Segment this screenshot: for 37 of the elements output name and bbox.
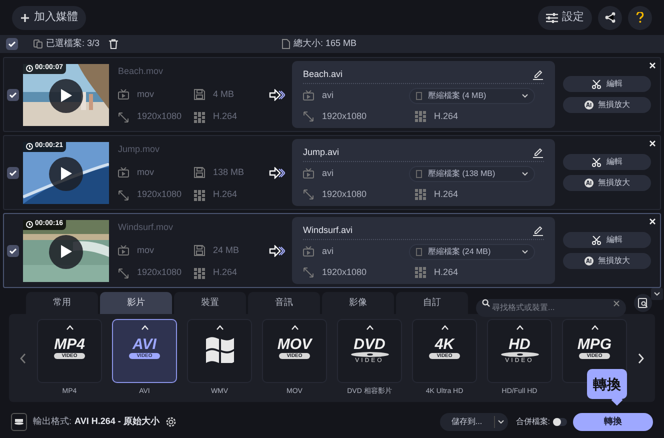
format-logo: MPG	[577, 336, 612, 352]
format-logo: DVD	[354, 336, 386, 352]
format-logo: 4K	[434, 336, 454, 352]
output-format: avi	[322, 244, 334, 258]
output-format-label: 輸出格式:	[33, 414, 72, 428]
source-format: mov	[137, 166, 154, 179]
source-size: 138 MB	[213, 166, 244, 179]
output-resolution: 1920x1080	[322, 266, 367, 278]
source-resolution: 1920x1080	[137, 188, 182, 202]
format-logo: AVI	[132, 336, 156, 352]
format-logo: MOV	[277, 336, 312, 352]
source-codec: H.264	[213, 188, 238, 202]
output-resolution: 1920x1080	[322, 188, 367, 200]
total-size: 總大小: 165 MB	[294, 37, 357, 50]
source-codec: H.264	[213, 266, 238, 280]
output-format: avi	[322, 166, 334, 180]
output-codec: H.264	[434, 188, 458, 200]
source-file-name: Jump.mov	[118, 143, 161, 156]
source-format: mov	[137, 244, 154, 257]
source-codec: H.264	[213, 110, 238, 124]
source-file-name: Beach.mov	[118, 65, 164, 78]
tooltip: 轉換	[587, 369, 627, 399]
source-file-name: Windsurf.mov	[118, 221, 174, 234]
output-resolution: 1920x1080	[322, 110, 367, 122]
output-codec: H.264	[434, 266, 458, 278]
source-size: 4 MB	[213, 88, 234, 101]
output-format: avi	[322, 88, 334, 102]
format-logo: MP4	[54, 336, 85, 352]
merge-label: 合併檔案:	[516, 416, 550, 428]
source-resolution: 1920x1080	[137, 110, 182, 124]
output-codec: H.264	[434, 110, 458, 122]
source-resolution: 1920x1080	[137, 266, 182, 280]
format-logo: HD	[508, 336, 530, 352]
source-format: mov	[137, 88, 154, 101]
output-format-value: AVI H.264 - 原始大小	[74, 414, 160, 428]
source-size: 24 MB	[213, 244, 240, 257]
selected-count: 已選檔案: 3/3	[46, 37, 100, 50]
